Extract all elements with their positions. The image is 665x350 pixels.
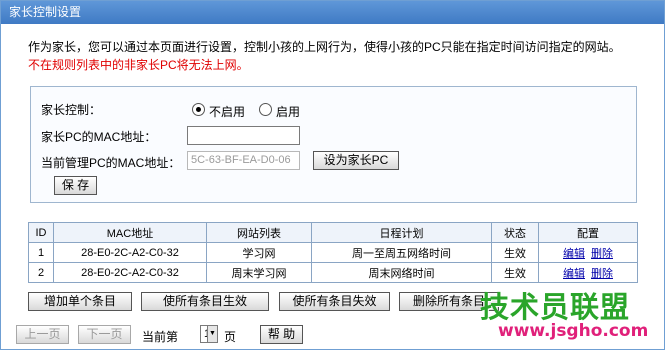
radio-disable[interactable] [192, 103, 205, 116]
set-parent-pc-button[interactable]: 设为家长PC [313, 151, 399, 170]
control-label: 家长控制： [41, 103, 102, 117]
current-mac-label: 当前管理PC的MAC地址： [41, 156, 181, 170]
col-header-site-list: 网站列表 [206, 222, 312, 243]
table-row: 1 28-E0-2C-A2-C0-32 学习网 周一至周五网络时间 生效 编辑删… [28, 242, 638, 263]
enable-all-button[interactable]: 使所有条目生效 [141, 292, 269, 311]
row-site-list: 周末学习网 [206, 262, 312, 283]
edit-link[interactable]: 编辑 [563, 248, 585, 260]
page-unit-label: 页 [224, 330, 237, 344]
add-entry-button[interactable]: 增加单个条目 [28, 292, 132, 311]
watermark-url: www.jsgho.com [498, 321, 649, 341]
delete-link[interactable]: 删除 [591, 268, 613, 280]
table-header-row: ID MAC地址 网站列表 日程计划 状态 配置 [28, 222, 638, 243]
parent-mac-input[interactable] [187, 126, 300, 145]
row-schedule: 周末网络时间 [311, 262, 492, 283]
row-config: 编辑 删除 [538, 262, 638, 283]
row-schedule: 周一至周五网络时间 [311, 242, 492, 263]
current-mac-field: 5C-63-BF-EA-D0-06 [187, 151, 300, 170]
row-mac: 28-E0-2C-A2-C0-32 [53, 262, 207, 283]
radio-enable-label[interactable]: 启用 [276, 103, 300, 120]
row-id: 2 [28, 262, 54, 283]
row-mac: 28-E0-2C-A2-C0-32 [53, 242, 207, 263]
watermark-brand: 技术员联盟 [480, 292, 631, 324]
col-header-schedule: 日程计划 [311, 222, 492, 243]
disable-all-button[interactable]: 使所有条目失效 [279, 292, 390, 311]
col-header-mac: MAC地址 [53, 222, 207, 243]
chevron-down-icon: ▼ [207, 325, 218, 343]
col-header-config: 配置 [538, 222, 638, 243]
intro-text: 作为家长，您可以通过本页面进行设置，控制小孩的上网行为，使得小孩的PC只能在指定… [28, 40, 621, 54]
row-config: 编辑 删除 [538, 242, 638, 263]
edit-link[interactable]: 编辑 [563, 268, 585, 280]
row-status: 生效 [491, 262, 539, 283]
col-header-status: 状态 [491, 222, 539, 243]
parent-mac-label: 家长PC的MAC地址： [41, 130, 157, 144]
current-page-label: 当前第 [142, 330, 179, 344]
save-button[interactable]: 保 存 [54, 176, 97, 195]
page-select[interactable]: 1 ▼ [200, 325, 218, 343]
table-row: 2 28-E0-2C-A2-C0-32 周末学习网 周末网络时间 生效 编辑 删除 [28, 262, 638, 283]
radio-enable[interactable] [259, 103, 272, 116]
prev-page-button[interactable]: 上一页 [16, 325, 69, 344]
col-header-id: ID [28, 222, 54, 243]
page-title: 家长控制设置 [1, 1, 664, 24]
row-site-list: 学习网 [206, 242, 312, 263]
intro-warning-text: 不在规则列表中的非家长PC将无法上网。 [28, 58, 249, 72]
radio-disable-label[interactable]: 不启用 [209, 103, 245, 120]
rules-table: ID MAC地址 网站列表 日程计划 状态 配置 1 28-E0-2C-A2-C… [28, 222, 638, 283]
row-id: 1 [28, 242, 54, 263]
delete-link[interactable]: 删除 [591, 248, 613, 260]
row-status: 生效 [491, 242, 539, 263]
next-page-button[interactable]: 下一页 [78, 325, 131, 344]
help-button[interactable]: 帮 助 [260, 325, 303, 344]
